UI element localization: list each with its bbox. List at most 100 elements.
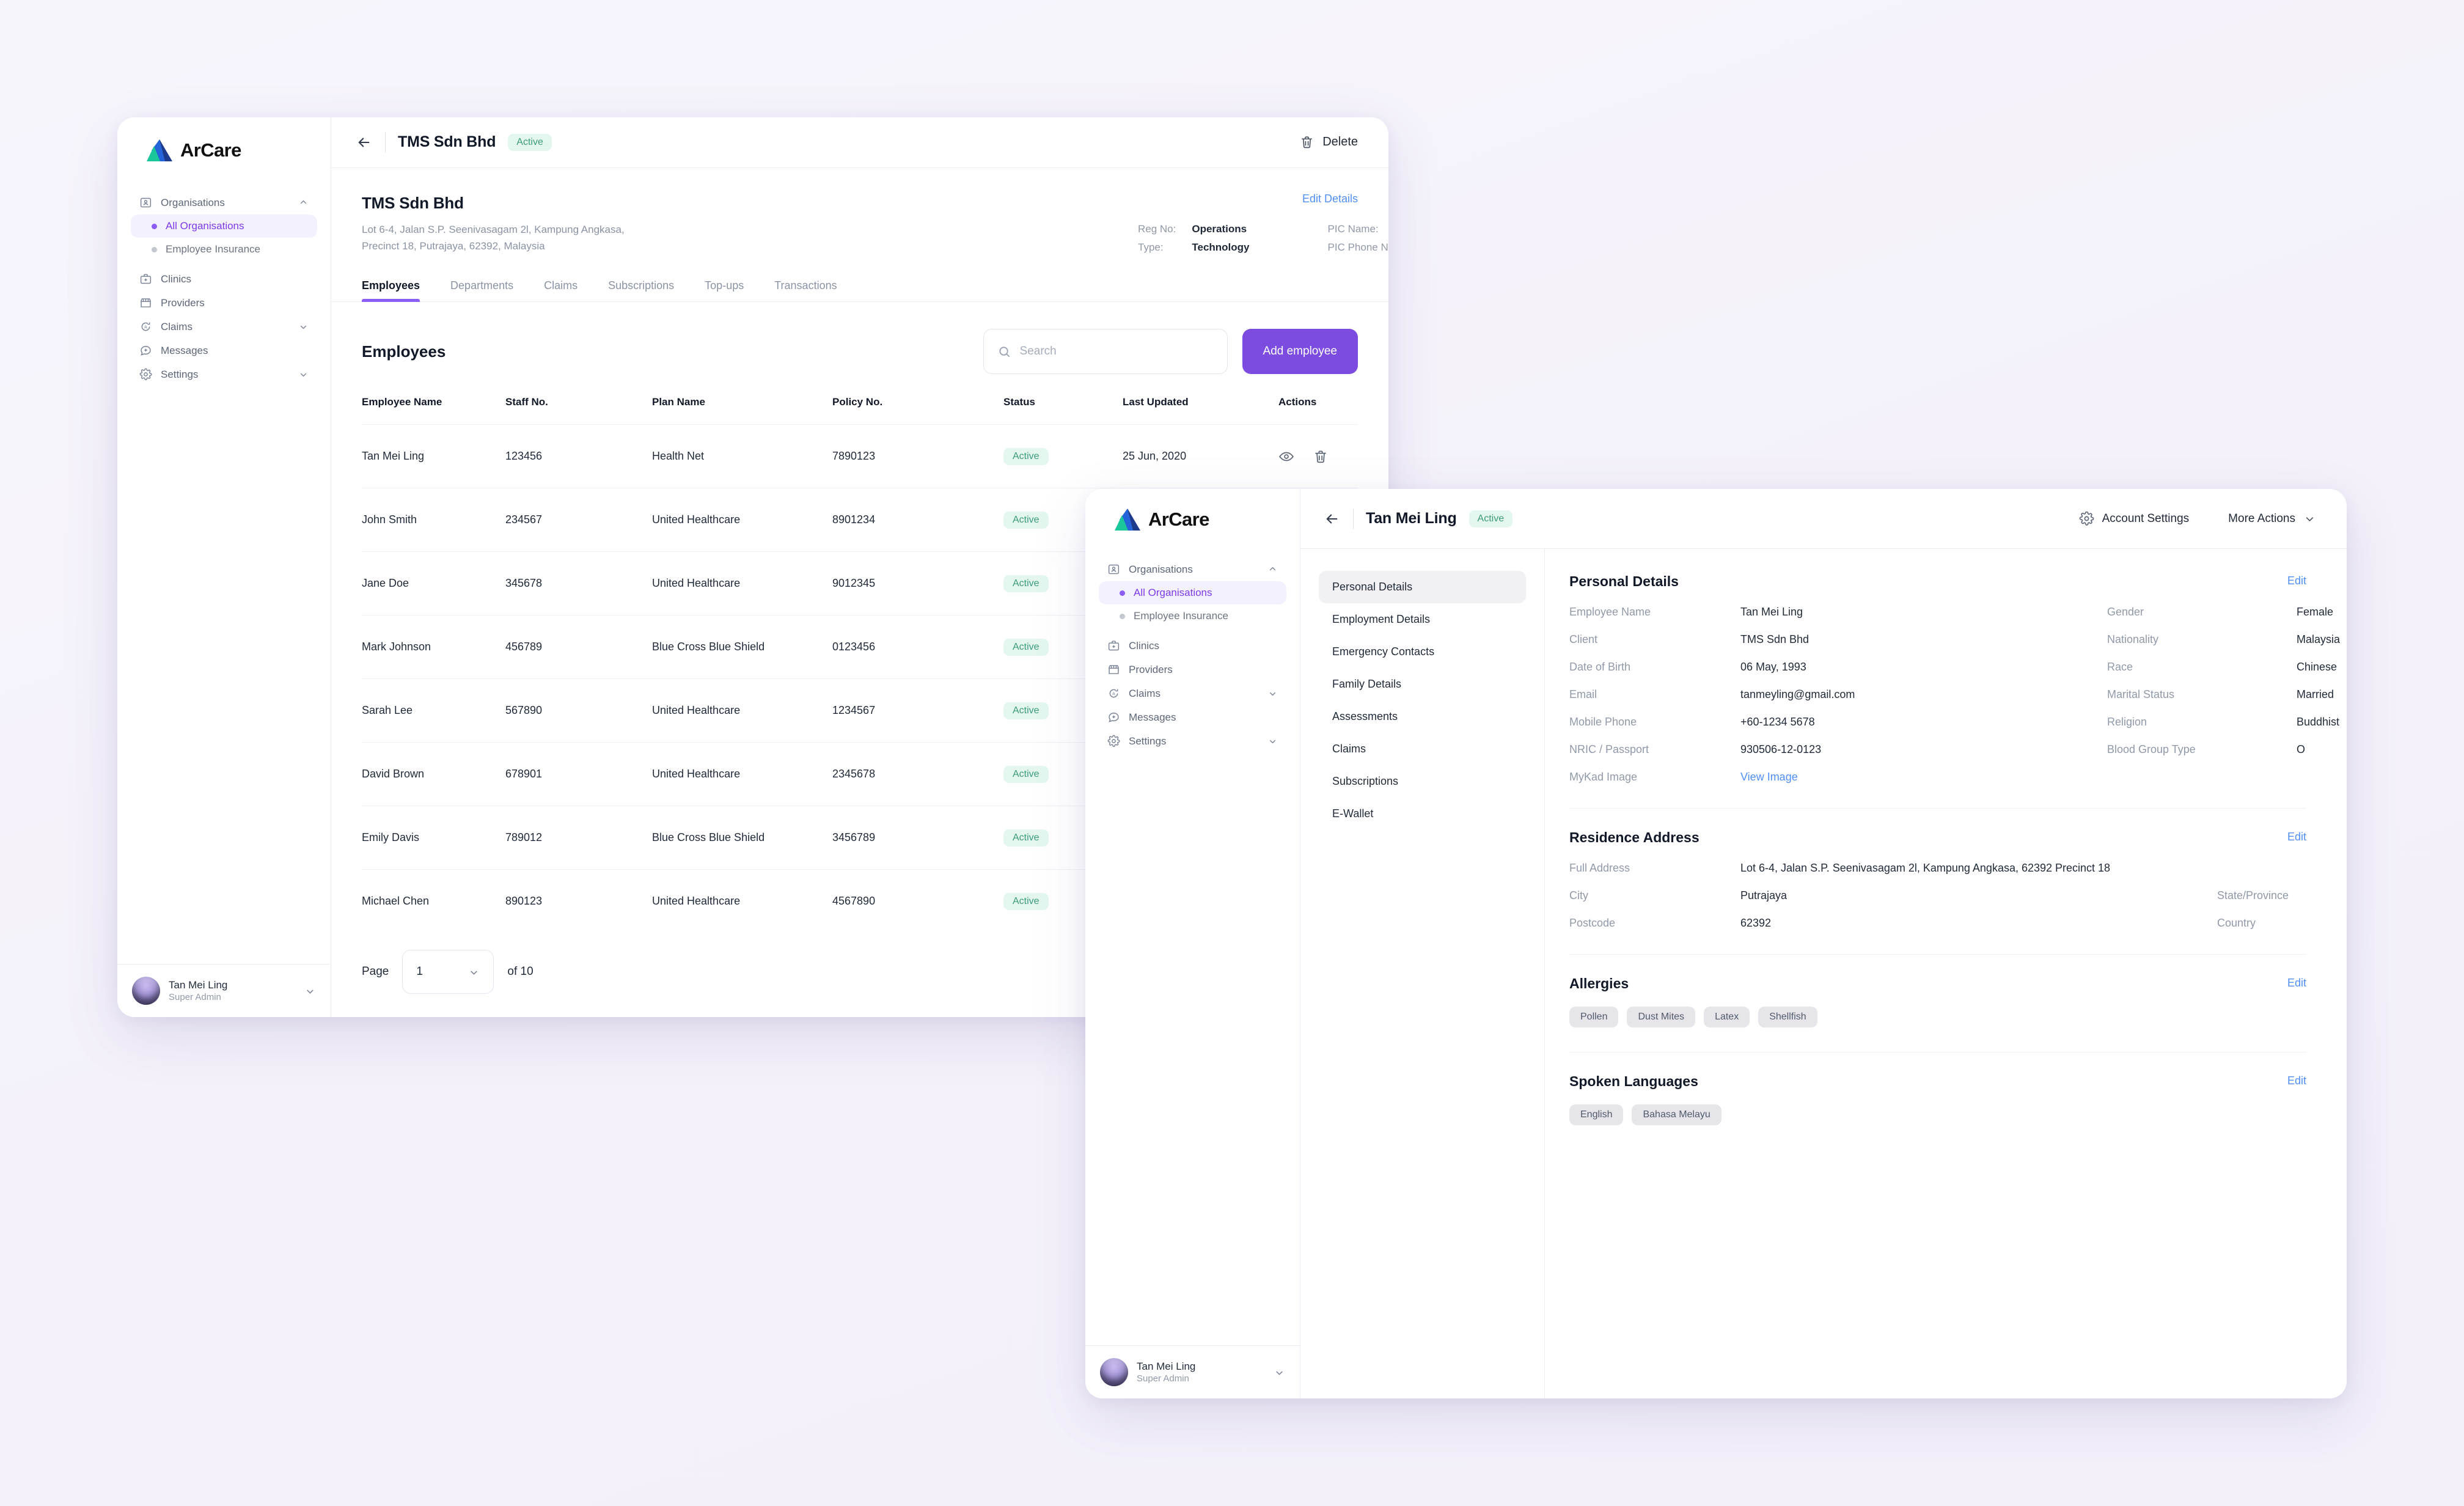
nav-item-subscriptions[interactable]: Subscriptions xyxy=(1319,765,1526,798)
account-settings-label: Account Settings xyxy=(2102,512,2190,525)
sidebar-item-organisations[interactable]: Organisations xyxy=(1099,557,1286,581)
nav-item-claims[interactable]: Claims xyxy=(1319,733,1526,765)
nav-item-emergency-contacts[interactable]: Emergency Contacts xyxy=(1319,636,1526,668)
tab-top-ups[interactable]: Top-ups xyxy=(705,279,744,301)
sidebar-item-clinics[interactable]: Clinics xyxy=(1099,634,1286,658)
sidebar-user-card[interactable]: Tan Mei Ling Super Admin xyxy=(1085,1345,1300,1398)
view-image-link[interactable]: View Image xyxy=(1740,771,2107,784)
nav-item-family-details[interactable]: Family Details xyxy=(1319,668,1526,700)
sidebar-item-messages[interactable]: Messages xyxy=(1099,705,1286,729)
tab-claims[interactable]: Claims xyxy=(544,279,578,301)
sidebar-item-settings[interactable]: Settings xyxy=(131,362,317,386)
sidebar-item-label: Organisations xyxy=(161,196,225,208)
sidebar-item-label: Clinics xyxy=(1129,639,1160,652)
nav-item-assessments[interactable]: Assessments xyxy=(1319,700,1526,733)
field-value: Tan Mei Ling xyxy=(1740,606,1803,618)
sidebar-item-providers[interactable]: Providers xyxy=(1099,658,1286,681)
nav-item-employment-details[interactable]: Employment Details xyxy=(1319,603,1526,636)
sidebar-item-all-organisations[interactable]: All Organisations xyxy=(131,215,317,238)
chevron-down-icon[interactable] xyxy=(1267,688,1278,699)
cell-status-badge: Active xyxy=(1003,511,1049,529)
field-value: Buddhist xyxy=(2297,716,2340,728)
column-header-staff-no: Staff No. xyxy=(505,396,548,408)
sidebar-item-label: Providers xyxy=(1129,663,1173,675)
nav-item-personal-details[interactable]: Personal Details xyxy=(1319,571,1526,603)
chevron-up-icon[interactable] xyxy=(298,197,309,208)
meta-key: Reg No: xyxy=(1138,222,1176,235)
column-header-policy-no: Policy No. xyxy=(832,396,883,408)
tab-employees[interactable]: Employees xyxy=(362,279,420,302)
sidebar-item-employee-insurance[interactable]: Employee Insurance xyxy=(131,238,317,261)
sidebar-item-label: Messages xyxy=(161,344,208,356)
cell-staff-no: 456789 xyxy=(505,641,543,653)
arrow-left-icon[interactable] xyxy=(1324,510,1341,527)
cell-status-badge: Active xyxy=(1003,575,1049,592)
edit-details-link[interactable]: Edit Details xyxy=(1302,193,1358,205)
tab-subscriptions[interactable]: Subscriptions xyxy=(608,279,674,301)
tab-departments[interactable]: Departments xyxy=(450,279,513,301)
table-row[interactable]: Tan Mei Ling 123456 Health Net 7890123 A… xyxy=(362,424,1358,488)
pagination-label: Page xyxy=(362,965,389,978)
cell-status-badge: Active xyxy=(1003,892,1049,910)
more-actions-button[interactable]: More Actions xyxy=(2228,512,2316,526)
cell-plan-name: United Healthcare xyxy=(652,895,741,907)
sidebar-item-label: Claims xyxy=(161,320,193,332)
sidebar-item-claims[interactable]: A Claims xyxy=(131,315,317,339)
sidebar-item-employee-insurance[interactable]: Employee Insurance xyxy=(1099,604,1286,628)
sidebar-user-card[interactable]: Tan Mei Ling Super Admin xyxy=(117,964,331,1017)
search-input[interactable] xyxy=(1019,345,1214,358)
app-logo[interactable]: ArCare xyxy=(117,117,331,163)
employee-detail-window: ArCare Organisations All Organisations E… xyxy=(1085,489,2347,1398)
chevron-down-icon[interactable] xyxy=(304,985,316,997)
briefcase-plus-icon xyxy=(139,273,152,285)
account-settings-button[interactable]: Account Settings xyxy=(2079,511,2190,526)
sidebar-item-providers[interactable]: Providers xyxy=(131,291,317,315)
edit-residence-address-link[interactable]: Edit xyxy=(2287,831,2306,843)
field-label: Date of Birth xyxy=(1569,661,1631,673)
chevron-down-icon[interactable] xyxy=(1274,1367,1285,1378)
trash-icon[interactable] xyxy=(1313,449,1329,465)
spoken-languages-section: Spoken Languages Edit English Bahasa Mel… xyxy=(1569,1052,2306,1131)
page-select[interactable]: 1 xyxy=(402,950,494,994)
edit-allergies-link[interactable]: Edit xyxy=(2287,977,2306,990)
sidebar-item-settings[interactable]: Settings xyxy=(1099,729,1286,753)
field-label: Gender xyxy=(2107,606,2144,618)
chevron-down-icon[interactable] xyxy=(1267,736,1278,746)
sidebar-item-claims[interactable]: A Claims xyxy=(1099,681,1286,705)
search-box[interactable] xyxy=(983,329,1228,374)
field-value: O xyxy=(2297,743,2306,755)
topbar: Tan Mei Ling Active Account Settings Mor… xyxy=(1300,489,2347,549)
cell-status-badge: Active xyxy=(1003,765,1049,783)
cell-last-updated: 25 Jun, 2020 xyxy=(1123,450,1187,462)
cell-status-badge: Active xyxy=(1003,829,1049,847)
tab-transactions[interactable]: Transactions xyxy=(774,279,837,301)
cell-policy-no: 2345678 xyxy=(832,768,876,780)
message-plus-icon xyxy=(139,344,152,357)
id-card-icon xyxy=(1107,563,1120,576)
sidebar-item-clinics[interactable]: Clinics xyxy=(131,267,317,291)
chevron-up-icon[interactable] xyxy=(1267,564,1278,575)
nav-item-e-wallet[interactable]: E-Wallet xyxy=(1319,798,1526,830)
sidebar-item-all-organisations[interactable]: All Organisations xyxy=(1099,581,1286,604)
sidebar-item-label: Clinics xyxy=(161,273,192,285)
edit-spoken-languages-link[interactable]: Edit xyxy=(2287,1074,2306,1087)
eye-icon[interactable] xyxy=(1278,449,1294,465)
add-employee-button[interactable]: Add employee xyxy=(1242,329,1358,374)
cell-policy-no: 4567890 xyxy=(832,895,876,907)
cell-status-badge: Active xyxy=(1003,447,1049,465)
cell-policy-no: 0123456 xyxy=(832,641,876,653)
cell-staff-no: 345678 xyxy=(505,577,543,589)
cell-plan-name: Health Net xyxy=(652,450,705,462)
delete-button[interactable]: Delete xyxy=(1299,134,1358,150)
status-badge: Active xyxy=(508,133,552,151)
sidebar-item-messages[interactable]: Messages xyxy=(131,339,317,362)
field-value: 62392 xyxy=(1740,917,1772,929)
app-logo[interactable]: ArCare xyxy=(1085,489,1300,532)
residence-address-section: Residence Address Edit Full Address Lot … xyxy=(1569,808,2306,936)
sidebar-item-organisations[interactable]: Organisations xyxy=(131,191,317,215)
arrow-left-icon[interactable] xyxy=(356,134,373,151)
edit-personal-details-link[interactable]: Edit xyxy=(2287,575,2306,587)
svg-text:A: A xyxy=(1112,692,1115,697)
chevron-down-icon[interactable] xyxy=(298,321,309,332)
chevron-down-icon[interactable] xyxy=(298,369,309,380)
